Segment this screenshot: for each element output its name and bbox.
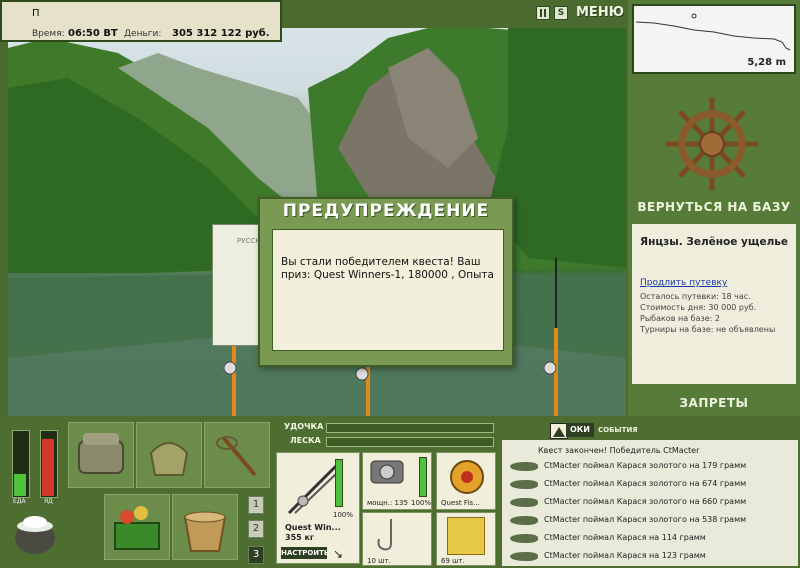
bag-slot[interactable] (136, 422, 202, 488)
bag-icon (149, 442, 189, 476)
event-text: CtMacter поймал Карася золотого на 179 г… (544, 461, 747, 470)
tackle-box-icon (78, 433, 124, 474)
list-item: CtMacter поймал Карася на 123 грамм (508, 548, 796, 566)
bait-icon (447, 517, 485, 555)
list-item: CtMacter поймал Карася золотого на 179 г… (508, 458, 796, 476)
poison-meter-fill (42, 439, 54, 496)
food-basket-slot[interactable] (104, 494, 170, 560)
poison-label: ЯД (44, 498, 53, 505)
dialog-title: ПРЕДУПРЕЖДЕНИЕ (282, 201, 490, 221)
menu-button[interactable]: МЕНЮ (576, 5, 624, 20)
events-tab-bar: ОКИ СОБЫТИЯ (502, 422, 798, 440)
fish-icon (510, 534, 538, 543)
bait-slot[interactable]: 69 шт. (436, 512, 496, 566)
tab-events[interactable]: СОБЫТИЯ (598, 426, 638, 434)
ship-wheel-icon[interactable] (664, 96, 760, 192)
reel-percent: 100% (411, 499, 432, 507)
line-spool-icon (450, 460, 484, 494)
hook-icon (377, 519, 392, 551)
cauldron-icon[interactable] (10, 508, 60, 558)
rod-name: Quest Win... (285, 523, 341, 532)
depth-map[interactable]: 5,28 m (632, 4, 796, 74)
setup-button[interactable]: НАСТРОИТЬ (281, 547, 329, 559)
rod-durability-fill (336, 460, 342, 506)
page-2-button[interactable]: 2 (248, 520, 264, 538)
rod-durability-meter (335, 459, 343, 507)
food-label: ЕДА (13, 498, 26, 505)
time-value: 06:50 ВТ (68, 28, 118, 39)
rod-slot[interactable]: 100% Quest Win... 355 кг НАСТРОИТЬ ↘ (276, 452, 360, 564)
hook-count: 10 шт. (367, 557, 391, 565)
quest-ended-text: Квест закончен! Победитель CtMacter (538, 446, 700, 455)
food-meter (12, 430, 30, 498)
pause-icon[interactable] (536, 6, 550, 20)
return-to-base-button[interactable]: ВЕРНУТЬСЯ НА БАЗУ (632, 200, 796, 214)
rod-weight: 355 кг (285, 533, 315, 542)
landing-net-icon (216, 435, 257, 477)
hook-slot[interactable]: 10 шт. (362, 512, 432, 566)
reel-icon (370, 460, 404, 484)
extend-permit-link[interactable]: Продлить путевку (640, 278, 727, 288)
fishing-rod-middle[interactable] (352, 364, 376, 416)
list-item: CtMacter поймал Карася золотого на 660 г… (508, 494, 796, 512)
event-text: CtMacter поймал Карася на 123 грамм (544, 551, 706, 560)
fish-icon (510, 516, 538, 525)
line-bar-label: ЛЕСКА (290, 436, 321, 445)
event-text: CtMacter поймал Карася золотого на 660 г… (544, 497, 747, 506)
rod-icon (287, 463, 339, 515)
line-slot[interactable]: Quest Fis... (436, 452, 496, 510)
background-window: РУССК (212, 224, 262, 346)
time-label: Время: (32, 29, 65, 39)
landing-net-slot[interactable] (204, 422, 270, 488)
fish-icon (510, 480, 538, 489)
line-name: Quest Fis... (441, 499, 480, 507)
reel-durability-meter (419, 457, 427, 497)
event-text: CtMacter поймал Карася на 114 грамм (544, 533, 706, 542)
dialog-message: Вы стали победителем квеста! Ваш приз: Q… (272, 229, 504, 351)
event-text: CtMacter поймал Карася золотого на 674 г… (544, 479, 747, 488)
permit-remaining: Осталось путевки: 18 час. (640, 292, 751, 301)
tackle-box-slot[interactable] (68, 422, 134, 488)
warning-dialog[interactable]: ПРЕДУПРЕЖДЕНИЕ Вы стали победителем квес… (258, 197, 514, 367)
background-window-label: РУССК (237, 237, 261, 245)
player-info-bar: П Время: 06:50 ВТ Деньги: 305 312 122 ру… (0, 0, 282, 42)
day-cost: Стоимость дня: 30 000 руб. (640, 303, 757, 312)
reel-power: мощн.: 135 (367, 499, 408, 507)
fish-icon (510, 462, 538, 471)
poison-meter (40, 430, 58, 498)
tournaments-status: Турниры на базе: не объявлены (640, 325, 776, 334)
event-text: CtMacter поймал Карася золотого на 538 г… (544, 515, 747, 524)
rod-percent: 100% (333, 511, 354, 519)
bucket-slot[interactable] (172, 494, 238, 560)
page-3-button[interactable]: 3 (248, 546, 264, 564)
rod-bar-label: УДОЧКА (284, 422, 324, 431)
reel-slot[interactable]: мощн.: 135 100% (362, 452, 432, 510)
location-title: Янцзы. Зелёное ущелье (640, 236, 789, 248)
fish-icon (510, 552, 538, 561)
page-1-button[interactable]: 1 (248, 496, 264, 514)
line-tension-bar (326, 437, 494, 447)
fishers-count: Рыбаков на базе: 2 (640, 314, 720, 323)
fish-icon (510, 498, 538, 507)
money-value: 305 312 122 руб. (172, 28, 270, 39)
list-item: CtMacter поймал Карася золотого на 674 г… (508, 476, 796, 494)
money-label: Деньги: (124, 29, 162, 39)
sound-icon[interactable]: S (554, 6, 568, 20)
tab-ok[interactable]: ОКИ (566, 423, 594, 437)
rod-tension-bar (326, 423, 494, 433)
reel-durability-fill (420, 458, 426, 496)
player-name: П (32, 8, 40, 19)
food-meter-fill (14, 474, 26, 496)
bucket-icon (183, 511, 227, 552)
list-item: CtMacter поймал Карася на 114 грамм (508, 530, 796, 548)
depth-value: 5,28 m (747, 57, 786, 68)
list-item: CtMacter поймал Карася золотого на 538 г… (508, 512, 796, 530)
food-basket-icon (114, 506, 160, 550)
arrow-icon: ↘ (333, 547, 344, 561)
fishing-rod-right[interactable] (538, 258, 564, 416)
events-log: Квест закончен! Победитель CtMacter CtMa… (502, 440, 798, 566)
bait-count: 69 шт. (441, 557, 465, 565)
location-info: Янцзы. Зелёное ущелье Продлить путевку О… (632, 224, 796, 384)
bans-button[interactable]: ЗАПРЕТЫ (632, 396, 796, 410)
